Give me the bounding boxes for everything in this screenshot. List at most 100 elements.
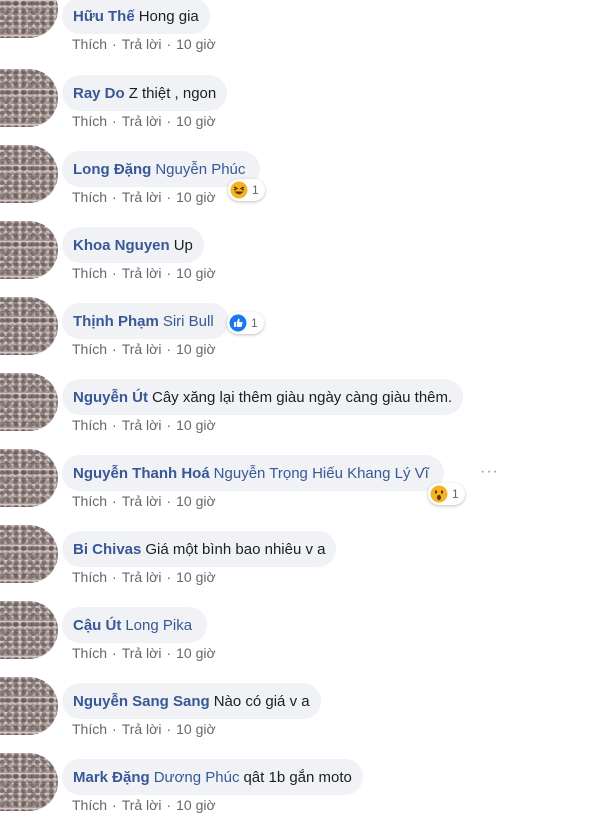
reply-link[interactable]: Trả lời xyxy=(122,113,162,129)
haha-emoji-icon xyxy=(230,181,248,199)
comment-author[interactable]: Nguyễn Sang Sang xyxy=(73,693,210,710)
avatar[interactable] xyxy=(0,297,58,355)
reaction-badge[interactable]: 1 xyxy=(428,483,465,505)
separator-dot: · xyxy=(112,36,117,52)
separator-dot: · xyxy=(112,493,117,509)
comment-author[interactable]: Thịnh Phạm xyxy=(73,313,159,330)
tagged-user[interactable]: Dương Phúc xyxy=(154,769,240,786)
separator-dot: · xyxy=(166,113,172,129)
like-link[interactable]: Thích xyxy=(72,645,107,661)
avatar[interactable] xyxy=(0,0,58,38)
comment-time[interactable]: 10 giờ xyxy=(176,797,216,813)
comment-bubble: Khoa Nguyen Up xyxy=(62,227,204,263)
comment: Nguyễn Sang Sang Nào có giá v a Thích · Tr… xyxy=(0,677,616,759)
comment-bubble: Nguyễn Sang Sang Nào có giá v a xyxy=(62,683,321,719)
comment: Khoa Nguyen Up Thích · Trả lời · 10 giờ xyxy=(0,221,616,303)
like-link[interactable]: Thích xyxy=(72,493,107,509)
comment-author[interactable]: Khoa Nguyen xyxy=(73,237,170,254)
comment-actions: Thích · Trả lời · 10 giờ xyxy=(72,113,216,129)
reaction-badge[interactable]: 1 xyxy=(228,179,265,201)
separator-dot: · xyxy=(166,189,172,205)
like-link[interactable]: Thích xyxy=(72,113,107,129)
comment-author[interactable]: Mark Đặng xyxy=(73,769,150,786)
comment: Nguyễn Út Cây xăng lại thêm giàu ngày cà… xyxy=(0,373,616,455)
comment-actions: Thích · Trả lời · 10 giờ xyxy=(72,189,216,205)
reply-link[interactable]: Trả lời xyxy=(122,417,162,433)
comment-time[interactable]: 10 giờ xyxy=(176,113,216,129)
comment-text: Giá một bình bao nhiêu v a xyxy=(145,540,326,558)
comment: Long Đặng Nguyễn Phúc 1 Thích · Trả lời · 10… xyxy=(0,145,616,227)
reply-link[interactable]: Trả lời xyxy=(122,797,162,813)
avatar[interactable] xyxy=(0,221,58,279)
comment-time[interactable]: 10 giờ xyxy=(176,189,216,205)
comment-text: Hong gia xyxy=(138,7,199,25)
tagged-user[interactable]: Long Pika xyxy=(125,617,192,634)
comment-author[interactable]: Hữu Thế xyxy=(73,8,135,25)
comment-bubble: Nguyễn Út Cây xăng lại thêm giàu ngày cà… xyxy=(62,379,464,415)
reaction-badge[interactable]: 1 xyxy=(227,312,264,334)
avatar[interactable] xyxy=(0,373,58,431)
comment-time[interactable]: 10 giờ xyxy=(176,417,216,433)
comment-author[interactable]: Long Đặng xyxy=(73,161,151,178)
like-link[interactable]: Thích xyxy=(72,569,107,585)
more-options-icon[interactable]: ··· xyxy=(480,463,499,481)
reaction-count: 1 xyxy=(252,183,259,197)
avatar[interactable] xyxy=(0,145,58,203)
reply-link[interactable]: Trả lời xyxy=(122,493,162,509)
comment-author[interactable]: Cậu Út xyxy=(73,617,121,634)
reply-link[interactable]: Trả lời xyxy=(122,265,162,281)
separator-dot: · xyxy=(166,36,172,52)
like-link[interactable]: Thích xyxy=(72,417,107,433)
like-link[interactable]: Thích xyxy=(72,721,107,737)
comment-text: qât 1b gắn moto xyxy=(243,768,352,786)
separator-dot: · xyxy=(166,493,172,509)
comment-actions: Thích · Trả lời · 10 giờ xyxy=(72,36,216,52)
like-link[interactable]: Thích xyxy=(72,265,107,281)
avatar[interactable] xyxy=(0,449,58,507)
reply-link[interactable]: Trả lời xyxy=(122,645,162,661)
comment-bubble: Cậu Út Long Pika xyxy=(62,607,208,643)
comment-time[interactable]: 10 giờ xyxy=(176,36,216,52)
comment-time[interactable]: 10 giờ xyxy=(176,569,216,585)
reply-link[interactable]: Trả lời xyxy=(122,569,162,585)
like-link[interactable]: Thích xyxy=(72,341,107,357)
comment-actions: Thích · Trả lời · 10 giờ xyxy=(72,493,216,509)
comment-time[interactable]: 10 giờ xyxy=(176,493,216,509)
comment-bubble: Ray Do Z thiệt , ngon xyxy=(62,75,228,111)
comment-author[interactable]: Nguyễn Thanh Hoá xyxy=(73,465,210,482)
separator-dot: · xyxy=(112,265,117,281)
comment-actions: Thích · Trả lời · 10 giờ xyxy=(72,645,216,661)
avatar[interactable] xyxy=(0,601,58,659)
reply-link[interactable]: Trả lời xyxy=(122,341,162,357)
like-link[interactable]: Thích xyxy=(72,189,107,205)
tagged-user[interactable]: Nguyễn Trọng Hiếu Khang Lý Vĩ xyxy=(214,465,429,482)
comment-time[interactable]: 10 giờ xyxy=(176,341,216,357)
like-link[interactable]: Thích xyxy=(72,36,107,52)
comment-time[interactable]: 10 giờ xyxy=(176,721,216,737)
comment-actions: Thích · Trả lời · 10 giờ xyxy=(72,721,216,737)
like-link[interactable]: Thích xyxy=(72,797,107,813)
reply-link[interactable]: Trả lời xyxy=(122,189,162,205)
comment-author[interactable]: Ray Do xyxy=(73,85,125,102)
tagged-user[interactable]: Siri Bull xyxy=(163,313,214,330)
comment-time[interactable]: 10 giờ xyxy=(176,265,216,281)
comment-author[interactable]: Nguyễn Út xyxy=(73,389,148,406)
wow-emoji-icon xyxy=(430,485,448,503)
separator-dot: · xyxy=(166,265,172,281)
separator-dot: · xyxy=(112,417,117,433)
separator-dot: · xyxy=(166,341,172,357)
comment: Thịnh Phạm Siri Bull 1 Thích · Trả lời · 10 … xyxy=(0,297,616,379)
comment-time[interactable]: 10 giờ xyxy=(176,645,216,661)
reply-link[interactable]: Trả lời xyxy=(122,36,162,52)
separator-dot: · xyxy=(112,113,117,129)
separator-dot: · xyxy=(112,721,117,737)
comment-author[interactable]: Bi Chivas xyxy=(73,541,141,558)
comment: Hữu Thế Hong gia Thích · Trả lời · 10 giờ xyxy=(0,0,616,74)
tagged-user[interactable]: Nguyễn Phúc xyxy=(155,161,245,178)
avatar[interactable] xyxy=(0,69,58,127)
reaction-count: 1 xyxy=(452,487,459,501)
reply-link[interactable]: Trả lời xyxy=(122,721,162,737)
avatar[interactable] xyxy=(0,525,58,583)
avatar[interactable] xyxy=(0,753,58,811)
avatar[interactable] xyxy=(0,677,58,735)
